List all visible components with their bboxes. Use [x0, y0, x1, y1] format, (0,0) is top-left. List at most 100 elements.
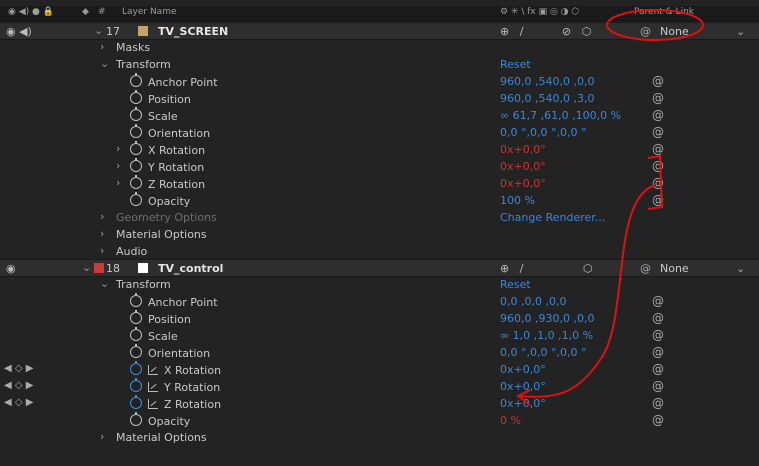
stopwatch-icon[interactable]	[130, 327, 142, 341]
reset-link[interactable]: Reset	[500, 278, 531, 291]
prop-value[interactable]: 100 %	[500, 194, 535, 207]
pickwhip-icon[interactable]: @	[652, 74, 664, 88]
collapse-chevron-icon[interactable]: ⌄	[100, 277, 109, 290]
expand-chevron-icon[interactable]: ›	[100, 244, 104, 257]
pickwhip-icon[interactable]: @	[652, 362, 664, 376]
av-switch-icons[interactable]: ◉ ◀) ● 🔒	[8, 7, 54, 17]
keyframe-nav-icons[interactable]: ◀ ◇ ▶	[4, 363, 33, 374]
label-color-icon[interactable]	[94, 263, 104, 273]
stopwatch-icon[interactable]	[130, 412, 142, 426]
masks-row[interactable]: › Masks	[0, 39, 759, 56]
pickwhip-icon[interactable]: @	[652, 396, 664, 410]
stopwatch-icon[interactable]	[130, 293, 142, 307]
pickwhip-icon[interactable]: @	[652, 125, 664, 139]
expand-chevron-icon[interactable]: ⌄	[82, 261, 91, 274]
pickwhip-icon[interactable]: @	[652, 176, 664, 190]
chevron-down-icon[interactable]: ⌄	[736, 25, 745, 38]
prop-orientation-18[interactable]: Orientation 0,0 °,0,0 °,0,0 ° @	[0, 344, 759, 361]
prop-value[interactable]: 0x+0,0°	[500, 397, 546, 410]
prop-value[interactable]: 960,0 ,540,0 ,3,0	[500, 92, 594, 105]
parent-dropdown[interactable]: None	[660, 25, 689, 38]
visibility-icon[interactable]: ◉	[6, 262, 16, 275]
prop-position-18[interactable]: Position 960,0 ,930,0 ,0,0 @	[0, 310, 759, 327]
expand-chevron-icon[interactable]: ›	[100, 210, 104, 223]
prop-value[interactable]: ∞ 61,7 ,61,0 ,100,0 %	[500, 109, 621, 122]
prop-value[interactable]: 0x+0,0°	[500, 177, 546, 190]
layer-switches-icons[interactable]: ⊕ / ⊘ ⬡	[500, 25, 591, 38]
layer-row-18[interactable]: ◉ ⌄ 18 TV_control ⊕ / ⬡ @ None ⌄	[0, 259, 759, 277]
prop-position[interactable]: Position 960,0 ,540,0 ,3,0 @	[0, 90, 759, 107]
stopwatch-active-icon[interactable]	[130, 395, 142, 409]
pickwhip-icon[interactable]: @	[652, 159, 664, 173]
layer-row-17[interactable]: ◉ ◀) ⌄ 17 TV_SCREEN ⊕ / ⊘ ⬡ @ None ⌄	[0, 22, 759, 40]
collapse-chevron-icon[interactable]: ⌄	[100, 57, 109, 70]
prop-anchor-point-18[interactable]: Anchor Point 0,0 ,0,0 ,0,0 @	[0, 293, 759, 310]
stopwatch-active-icon[interactable]	[130, 361, 142, 375]
prop-y-rotation-18[interactable]: ◀ ◇ ▶ Y Rotation 0x+0,0° @	[0, 378, 759, 395]
keyframe-nav-icons[interactable]: ◀ ◇ ▶	[4, 380, 33, 391]
expand-chevron-icon[interactable]: ›	[100, 40, 104, 53]
layer-name[interactable]: TV_SCREEN	[158, 25, 228, 38]
stopwatch-icon[interactable]	[130, 158, 142, 172]
graph-icon[interactable]	[148, 382, 158, 392]
expand-chevron-icon[interactable]: ›	[100, 227, 104, 240]
prop-x-rotation[interactable]: › X Rotation 0x+0,0° @	[0, 141, 759, 158]
pickwhip-icon[interactable]: @	[652, 328, 664, 342]
geometry-options-row[interactable]: › Geometry Options Change Renderer...	[0, 209, 759, 226]
expand-chevron-icon[interactable]: ›	[100, 430, 104, 443]
pickwhip-icon[interactable]: @	[652, 379, 664, 393]
audio-row[interactable]: › Audio	[0, 243, 759, 260]
graph-icon[interactable]	[148, 365, 158, 375]
prop-value[interactable]: 0x+0,0°	[500, 160, 546, 173]
graph-icon[interactable]	[148, 399, 158, 409]
keyframe-nav-icons[interactable]: ◀ ◇ ▶	[4, 397, 33, 408]
stopwatch-icon[interactable]	[130, 90, 142, 104]
prop-value[interactable]: 0x+0,0°	[500, 143, 546, 156]
pickwhip-icon[interactable]: @	[652, 311, 664, 325]
prop-value[interactable]: 0x+0,0°	[500, 363, 546, 376]
layer-name[interactable]: TV_control	[158, 262, 223, 275]
change-renderer-link[interactable]: Change Renderer...	[500, 211, 605, 224]
layer-switches-icons[interactable]: ⊕ / ⬡	[500, 262, 592, 275]
prop-scale[interactable]: Scale ∞ 61,7 ,61,0 ,100,0 % @	[0, 107, 759, 124]
prop-opacity[interactable]: Opacity 100 % @	[0, 192, 759, 209]
stopwatch-icon[interactable]	[130, 124, 142, 138]
pickwhip-icon[interactable]: @	[652, 294, 664, 308]
prop-value[interactable]: 960,0 ,540,0 ,0,0	[500, 75, 594, 88]
label-icon[interactable]: ◆	[82, 7, 89, 17]
stopwatch-icon[interactable]	[130, 73, 142, 87]
expand-chevron-icon[interactable]: ›	[116, 159, 120, 172]
chevron-down-icon[interactable]: ⌄	[736, 262, 745, 275]
prop-value[interactable]: 0,0 °,0,0 °,0,0 °	[500, 126, 586, 139]
pickwhip-icon[interactable]: @	[652, 108, 664, 122]
col-switches[interactable]: ⚙ ✳ \ fx ▣ ◎ ◑ ⬡	[500, 7, 579, 17]
prop-z-rotation-18[interactable]: ◀ ◇ ▶ Z Rotation 0x+0,0° @	[0, 395, 759, 412]
col-parent-link[interactable]: Parent & Link	[634, 7, 694, 17]
material-options-row[interactable]: › Material Options	[0, 226, 759, 243]
stopwatch-active-icon[interactable]	[130, 378, 142, 392]
pickwhip-icon[interactable]: @	[652, 91, 664, 105]
pickwhip-icon[interactable]: @	[640, 25, 651, 38]
transform-row-17[interactable]: ⌄ Transform Reset	[0, 56, 759, 73]
prop-x-rotation-18[interactable]: ◀ ◇ ▶ X Rotation 0x+0,0° @	[0, 361, 759, 378]
prop-value[interactable]: 960,0 ,930,0 ,0,0	[500, 312, 594, 325]
pickwhip-icon[interactable]: @	[652, 413, 664, 427]
pickwhip-icon[interactable]: @	[652, 345, 664, 359]
expand-chevron-icon[interactable]: ⌄	[94, 24, 103, 37]
stopwatch-icon[interactable]	[130, 310, 142, 324]
prop-value[interactable]: 0 %	[500, 414, 521, 427]
prop-scale-18[interactable]: Scale ∞ 1,0 ,1,0 ,1,0 % @	[0, 327, 759, 344]
transform-row-18[interactable]: ⌄ Transform Reset	[0, 276, 759, 293]
pickwhip-icon[interactable]: @	[652, 142, 664, 156]
stopwatch-icon[interactable]	[130, 107, 142, 121]
expand-chevron-icon[interactable]: ›	[116, 142, 120, 155]
prop-orientation[interactable]: Orientation 0,0 °,0,0 °,0,0 ° @	[0, 124, 759, 141]
prop-z-rotation[interactable]: › Z Rotation 0x+0,0° @	[0, 175, 759, 192]
stopwatch-icon[interactable]	[130, 141, 142, 155]
visibility-audio-icons[interactable]: ◉ ◀)	[6, 25, 32, 38]
pickwhip-icon[interactable]: @	[640, 262, 651, 275]
expand-chevron-icon[interactable]: ›	[116, 176, 120, 189]
prop-value[interactable]: ∞ 1,0 ,1,0 ,1,0 %	[500, 329, 593, 342]
material-options-row-18[interactable]: › Material Options	[0, 429, 759, 446]
reset-link[interactable]: Reset	[500, 58, 531, 71]
